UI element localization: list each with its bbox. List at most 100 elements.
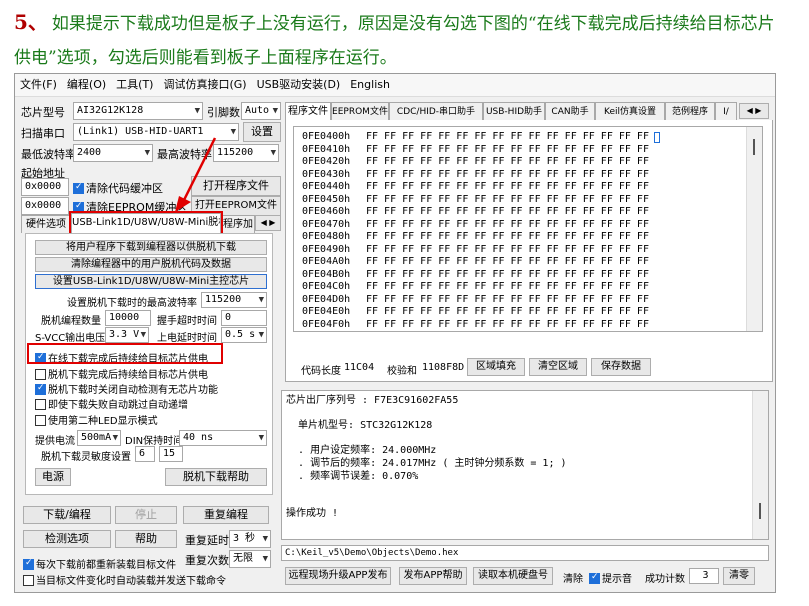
read-serial-button[interactable]: 读取本机硬盘号 [473,567,553,585]
hex-address: 0FE04C0h [302,281,351,292]
highlight-option-box [27,343,223,364]
publish-help-button[interactable]: 发布APP帮助 [399,567,467,585]
offline-power-option[interactable]: 脱机下载完成后持续给目标芯片供电 [35,366,208,381]
hex-address: 0FE04F0h [302,318,351,330]
hex-view[interactable]: 0FE0400h FF FF FF FF FF FF FF FF FF FF FF… [293,126,763,332]
set-master-chip-button[interactable]: 设置USB-Link1D/U8W/U8W-Mini主控芯片 [35,274,267,289]
menu-english[interactable]: English [345,74,395,96]
download-to-programmer-button[interactable]: 将用户程序下载到编程器以供脱机下载 [35,240,267,255]
clear-area-button[interactable]: 清空区域 [529,358,587,376]
scan-port-label[interactable]: 扫描串口 [21,125,65,141]
sensitivity-input-a[interactable]: 6 [135,446,155,462]
offline-help-button[interactable]: 脱机下载帮助 [165,468,267,486]
tab-program-file[interactable]: 程序文件 [285,102,331,120]
remote-upgrade-button[interactable]: 远程现场升级APP发布 [285,567,391,585]
hex-bytes: FF FF FF FF FF FF FF FF FF FF FF FF FF F… [366,306,649,317]
hex-scrollbar[interactable] [746,127,762,331]
chevron-down-icon: ▼ [270,148,276,158]
checkbox-unchecked-icon[interactable] [23,574,34,586]
tab-scroll-arrows[interactable]: ◀ ▶ [255,215,281,231]
din-hold-select[interactable]: 40 ns ▼ [179,430,267,446]
tab-usb-hid-helper[interactable]: USB-HID助手 [483,102,545,120]
checkbox-unchecked-icon[interactable] [35,414,46,426]
menu-program[interactable]: 编程(O) [62,74,111,96]
prog-count-input[interactable]: 10000 [105,310,151,326]
tab-io[interactable]: I/ [715,102,737,120]
reload-before-download-option[interactable]: 每次下载前都重新装载目标文件 [23,556,176,571]
hex-row: 0FE04A0h FF FF FF FF FF FF FF FF FF FF FF… [302,256,649,269]
reprogram-button[interactable]: 重复编程 [183,506,269,524]
chevron-down-icon: ▼ [258,433,264,443]
prog-count-label: 脱机编程数量 [41,316,101,327]
checkbox-unchecked-icon[interactable] [35,398,46,410]
clear-programmer-code-button[interactable]: 清除编程器中的用户脱机代码及数据 [35,257,267,272]
menu-bar: 文件(F) 编程(O) 工具(T) 调试仿真接口(G) USB驱动安装(D) Englis… [15,74,775,97]
reset-count-button[interactable]: 清零 [723,567,755,585]
chevron-down-icon: ▼ [144,148,150,158]
checkbox-checked-icon[interactable] [589,572,600,584]
stop-button[interactable]: 停止 [115,506,177,524]
log-scrollbar-thumb[interactable] [759,503,761,519]
led-mode-option[interactable]: 使用第二种LED显示模式 [35,412,158,427]
scrollbar-thumb[interactable] [753,139,755,155]
chip-select[interactable]: AI32G12K128 ▼ [73,102,203,120]
checksum-value: 1108F8D [422,362,465,373]
hex-row: 0FE0480h FF FF FF FF FF FF FF FF FF FF FF… [302,231,649,244]
checkbox-checked-icon[interactable] [23,558,34,570]
checkbox-unchecked-icon[interactable] [35,368,46,380]
auto-detect-option[interactable]: 脱机下载时关闭自动检测有无芯片功能 [35,381,218,396]
poweron-delay-select[interactable]: 0.5 s ▼ [221,327,267,343]
supply-current-select[interactable]: 500mA ▼ [77,430,121,446]
handshake-timeout-input[interactable]: 0 [221,310,267,326]
svcc-select[interactable]: 3.3 V ▼ [105,327,149,343]
hex-bytes: FF FF FF FF FF FF FF FF FF FF FF FF FF F… [366,231,649,242]
tab-can-helper[interactable]: CAN助手 [545,102,595,120]
help-button[interactable]: 帮助 [115,530,177,548]
menu-usb-driver[interactable]: USB驱动安装(D) [252,74,346,96]
repeat-count-select[interactable]: 无限 ▼ [229,550,271,568]
hex-address: 0FE04B0h [302,268,351,280]
tab-hardware-options[interactable]: 硬件选项 [21,215,71,233]
fail-skip-option[interactable]: 即使下载失败自动跳过自动递增 [35,396,188,411]
detect-options-button[interactable]: 检测选项 [23,530,111,548]
menu-debug[interactable]: 调试仿真接口(G) [158,74,251,96]
log-scrollbar[interactable] [752,391,768,539]
right-tab-scroll-arrows[interactable]: ◀ ▶ [739,103,769,119]
save-data-button[interactable]: 保存数据 [591,358,651,376]
offline-baud-select[interactable]: 115200 ▼ [201,292,267,308]
tab-program-encrypt[interactable]: 程序加 [221,215,255,233]
clear-label[interactable]: 清除 [563,570,583,585]
tab-eeprom-file[interactable]: EEPROM文件 [331,102,389,120]
checkbox-checked-icon[interactable] [35,383,46,395]
fill-area-button[interactable]: 区域填充 [467,358,525,376]
checkbox-checked-icon[interactable] [73,182,84,194]
hex-row: 0FE0460h FF FF FF FF FF FF FF FF FF FF FF… [302,206,649,219]
code-address-input[interactable]: 0x0000 [21,178,69,196]
log-line: . 调节后的频率: 24.017MHz ( 主时钟分频系数 = 1; ) [286,457,567,469]
clear-code-option[interactable]: 清除代码缓冲区 [73,180,163,196]
pins-select[interactable]: Auto ▼ [241,102,281,120]
auto-send-option[interactable]: 当目标文件变化时自动装载并发送下载命令 [23,572,226,587]
beep-option[interactable]: 提示音 [589,570,632,585]
tab-keil-sim[interactable]: Keil仿真设置 [595,102,665,120]
power-button[interactable]: 电源 [35,468,71,486]
log-lines: 芯片出厂序列号 : F7E3C91602FA55 单片机型号: STC32G12… [286,395,567,521]
menu-file[interactable]: 文件(F) [15,74,62,96]
tab-examples[interactable]: 范例程序 [665,102,715,120]
hex-address: 0FE0450h [302,193,351,205]
hex-row: 0FE0420h FF FF FF FF FF FF FF FF FF FF FF… [302,156,649,169]
download-program-button[interactable]: 下载/编程 [23,506,111,524]
menu-tools[interactable]: 工具(T) [111,74,158,96]
file-path-field[interactable]: C:\Keil_v5\Demo\Objects\Demo.hex [281,545,769,561]
log-line: 操作成功 ! [286,508,339,520]
settings-button[interactable]: 设置 [243,122,281,142]
min-baud-select[interactable]: 2400 ▼ [73,144,153,162]
eeprom-address-input[interactable]: 0x0000 [21,197,69,215]
sensitivity-input-b[interactable]: 15 [159,446,183,462]
output-log[interactable]: 芯片出厂序列号 : F7E3C91602FA55 单片机型号: STC32G12… [281,390,769,540]
tab-serial-helper[interactable]: CDC/HID-串口助手 [389,102,483,120]
din-hold-label: DIN保持时间 [125,436,184,447]
hex-address: 0FE04A0h [302,256,351,267]
repeat-delay-select[interactable]: 3 秒 ▼ [229,530,271,548]
